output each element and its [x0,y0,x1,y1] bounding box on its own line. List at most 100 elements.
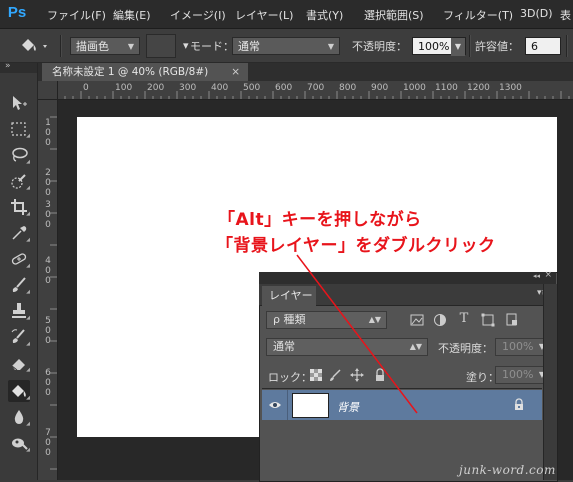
layer-opacity-value: 100% [502,340,534,353]
blur-tool[interactable]: ◢ [8,406,30,428]
vruler-label: 100 [45,118,51,148]
layer-filter-value: ρ 種類 [273,313,306,326]
paint-bucket-tool[interactable]: ◢ [8,380,30,402]
menu-filter[interactable]: フィルター(T) [443,7,513,23]
ruler-label: 900 [371,83,389,93]
menu-3d[interactable]: 3D(D) [520,7,553,20]
fill-source-value: 描画色 [76,40,109,53]
opacity-input[interactable]: 100% ▼ [412,37,466,56]
photoshop-logo: Ps [6,3,28,23]
brush-tool[interactable]: ◢ [8,274,30,296]
mode-label: モード： [190,40,234,53]
lock-position-icon[interactable] [350,368,364,382]
expand-icon: » [5,61,11,71]
ruler-label: 300 [179,83,197,93]
menu-select[interactable]: 選択範囲(S) [364,7,424,23]
menu-view[interactable]: 表 [560,7,571,23]
ruler-label: 1200 [467,83,490,93]
blend-mode-value: 通常 [238,40,260,53]
smart-object-filter-icon[interactable] [505,313,519,327]
ruler-label: 1300 [499,83,522,93]
chevron-down-icon: ▼ [327,42,334,51]
vruler-label: 500 [45,316,51,346]
ruler-label: 400 [211,83,229,93]
shape-filter-icon[interactable] [481,313,495,327]
close-icon[interactable]: × [544,270,552,280]
healing-brush-tool[interactable]: ◢ [8,248,30,270]
crop-tool[interactable]: ◢ [8,196,30,218]
menu-layer[interactable]: レイヤー(L) [235,7,293,23]
layer-name[interactable]: 背景 [337,399,359,415]
annotation-line-2: 「背景レイヤー」をダブルクリック [216,236,496,256]
blend-mode-select[interactable]: 通常 ▼ [232,37,340,55]
clone-stamp-tool[interactable]: ◢ [8,300,30,322]
layer-blend-mode-select[interactable]: 通常 ▲▼ [266,338,428,356]
marquee-tool[interactable]: ◢ [8,118,30,140]
ruler-label: 500 [243,83,261,93]
options-separator [60,35,62,57]
eraser-tool[interactable]: ◢ [8,352,30,374]
pattern-swatch[interactable] [146,34,176,58]
annotation-line-1: 「Alt」キーを押しながら [218,210,422,230]
eye-icon[interactable] [268,398,282,412]
menu-file[interactable]: ファイル(F) [47,7,106,23]
document-tab[interactable]: 名称未設定 1 @ 40% (RGB/8#) × [42,63,248,81]
chevron-down-icon: ▼ [127,42,134,51]
options-separator [469,35,471,57]
document-title: 名称未設定 1 @ 40% (RGB/8#) [52,66,209,78]
menu-image[interactable]: イメージ(I) [170,7,226,23]
image-filter-icon[interactable] [410,313,424,327]
ruler-label: 700 [307,83,325,93]
chevron-down-icon: ▼ [451,38,465,56]
menu-type[interactable]: 書式(Y) [306,7,343,23]
lasso-tool[interactable]: ◢ [8,144,30,166]
tolerance-value: 6 [531,40,538,53]
fill-source-select[interactable]: 描画色 ▼ [70,37,140,55]
vruler-label: 400 [45,256,51,286]
menu-edit[interactable]: 編集(E) [113,7,151,23]
tool-preset-picker[interactable] [16,35,54,57]
lock-icon [512,398,526,412]
adjustment-filter-icon[interactable] [433,313,447,327]
chevron-down-icon: ▲▼ [368,315,381,324]
chevron-down-icon: ▲▼ [409,342,422,351]
ruler-label: 1000 [403,83,426,93]
lock-image-pixels-icon[interactable] [328,368,342,382]
tolerance-label: 許容値： [475,40,519,53]
opacity-value: 100% [418,40,450,53]
layers-panel-scrollbar[interactable] [543,284,557,480]
ruler-label: 1100 [435,83,458,93]
ruler-label: 100 [115,83,133,93]
eyedropper-tool[interactable]: ◢ [8,222,30,244]
layers-panel-header[interactable]: ◂◂ × [259,270,556,284]
history-brush-tool[interactable]: ◢ [8,326,30,348]
options-separator [566,35,568,57]
tab-layers[interactable]: レイヤー [262,286,316,306]
horizontal-ruler[interactable]: 0 100 200 300 400 500 600 700 800 900 10… [57,81,573,100]
tolerance-input[interactable]: 6 [525,37,561,55]
vruler-label: 200 [45,168,51,198]
tools-panel-header[interactable]: » [0,61,37,73]
type-filter-icon[interactable]: T [457,312,471,326]
ruler-label: 600 [275,83,293,93]
vruler-label: 600 [45,368,51,398]
quick-selection-tool[interactable]: ◢ [8,170,30,192]
layer-filter-select[interactable]: ρ 種類 ▲▼ [266,311,387,329]
lock-transparent-pixels-icon[interactable] [309,369,323,383]
paint-bucket-icon [22,39,47,51]
layer-thumbnail[interactable] [292,393,329,418]
divider [262,388,542,389]
move-tool[interactable] [8,92,30,114]
ruler-origin[interactable] [38,81,58,100]
lock-all-icon[interactable] [373,368,387,382]
collapse-icon[interactable]: ◂◂ [533,272,540,280]
vruler-label: 300 [45,200,51,230]
layer-fill-value: 100% [502,368,534,381]
ruler-label: 800 [339,83,357,93]
dodge-tool[interactable]: ◢ [8,432,30,454]
chevron-down-icon[interactable]: ▾ [183,39,189,52]
layer-opacity-label: 不透明度： [438,342,493,355]
ruler-label: 200 [147,83,165,93]
close-icon[interactable]: × [231,63,240,81]
ruler-label: 0 [83,83,89,93]
